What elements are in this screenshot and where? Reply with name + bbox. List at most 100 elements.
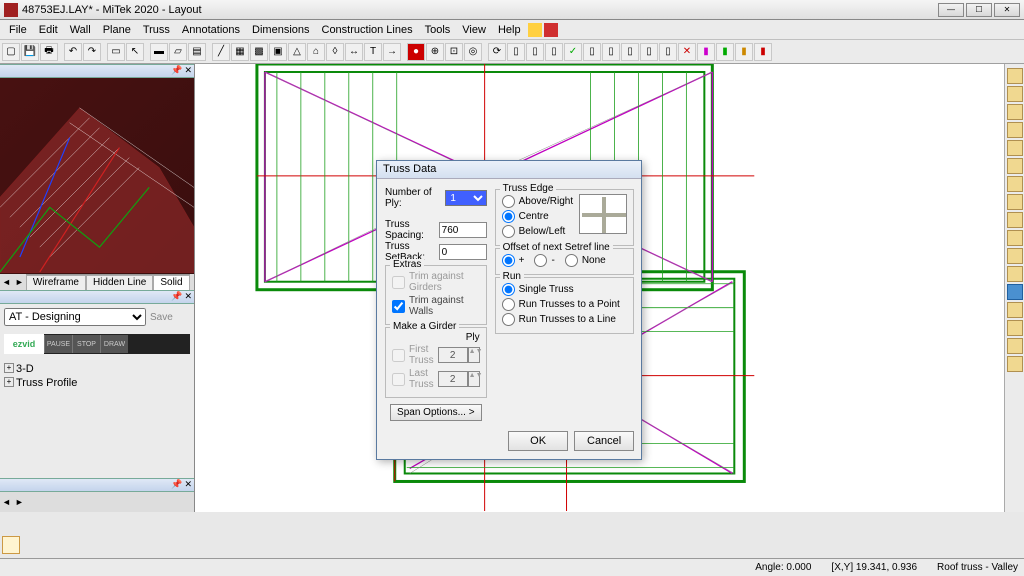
offset-minus-radio[interactable]	[534, 254, 547, 267]
tool-cursor[interactable]: ↖	[126, 43, 144, 61]
panel-close-icon[interactable]: ✕	[184, 291, 192, 303]
tab-wireframe[interactable]: Wireframe	[26, 275, 86, 290]
ok-button[interactable]: OK	[508, 431, 568, 451]
minimize-button[interactable]: —	[938, 3, 964, 17]
rtool-7[interactable]	[1007, 176, 1023, 192]
menu-wall[interactable]: Wall	[65, 22, 96, 38]
tool-frame[interactable]: ▦	[231, 43, 249, 61]
rtool-8[interactable]	[1007, 194, 1023, 210]
tool-arrow[interactable]: →	[383, 43, 401, 61]
rtool-11[interactable]	[1007, 248, 1023, 264]
tool-zoom[interactable]: ⊕	[426, 43, 444, 61]
tool-text[interactable]: T	[364, 43, 382, 61]
tool-print[interactable]: 🖶	[40, 43, 58, 61]
rtool-17[interactable]	[1007, 356, 1023, 372]
tool-d[interactable]: ▯	[583, 43, 601, 61]
panel-close-icon[interactable]: ✕	[184, 479, 192, 491]
tool-dim[interactable]: ↔	[345, 43, 363, 61]
tool-f[interactable]: ▯	[621, 43, 639, 61]
tool-line[interactable]: ╱	[212, 43, 230, 61]
rtool-3[interactable]	[1007, 104, 1023, 120]
bottom-scroll-right[interactable]: ►	[13, 497, 26, 507]
tree-item-truss-profile[interactable]: Truss Profile	[4, 376, 190, 390]
run-point-radio[interactable]	[502, 298, 515, 311]
maximize-button[interactable]: ☐	[966, 3, 992, 17]
menu-view[interactable]: View	[457, 22, 491, 38]
alert-icon[interactable]	[544, 23, 558, 37]
tool-wall[interactable]: ▬	[150, 43, 168, 61]
rtool-16[interactable]	[1007, 338, 1023, 354]
tool-red[interactable]: ●	[407, 43, 425, 61]
preview-scroll-right[interactable]: ►	[13, 277, 26, 287]
rtool-2[interactable]	[1007, 86, 1023, 102]
tool-box[interactable]: ▣	[269, 43, 287, 61]
offset-none-radio[interactable]	[565, 254, 578, 267]
truss-spacing-input[interactable]	[439, 222, 487, 238]
tool-b[interactable]: ▯	[526, 43, 544, 61]
tree-item-3d[interactable]: 3-D	[4, 362, 190, 376]
panel-tack-icon[interactable]: 📌	[171, 291, 182, 303]
tool-new[interactable]: ▢	[2, 43, 20, 61]
rtool-5[interactable]	[1007, 140, 1023, 156]
menu-help[interactable]: Help	[493, 22, 526, 38]
menu-annotations[interactable]: Annotations	[177, 22, 245, 38]
rtool-1[interactable]	[1007, 68, 1023, 84]
save-button[interactable]: Save	[150, 312, 190, 323]
trim-walls-checkbox[interactable]	[392, 300, 405, 313]
tool-m2[interactable]: ▮	[716, 43, 734, 61]
panel-close-icon[interactable]: ✕	[184, 65, 192, 77]
tab-hidden-line[interactable]: Hidden Line	[86, 275, 153, 290]
menu-truss[interactable]: Truss	[138, 22, 175, 38]
tab-solid[interactable]: Solid	[153, 275, 189, 290]
tool-ok[interactable]: ✓	[564, 43, 582, 61]
tool-home[interactable]: ⌂	[307, 43, 325, 61]
tool-h[interactable]: ▯	[659, 43, 677, 61]
rtool-15[interactable]	[1007, 320, 1023, 336]
edge-centre-radio[interactable]	[502, 210, 515, 223]
tool-redo[interactable]: ↷	[83, 43, 101, 61]
menu-edit[interactable]: Edit	[34, 22, 63, 38]
bottom-scroll-left[interactable]: ◄	[0, 497, 13, 507]
rtool-4[interactable]	[1007, 122, 1023, 138]
offset-plus-radio[interactable]	[502, 254, 515, 267]
tool-m4[interactable]: ▮	[754, 43, 772, 61]
cancel-button[interactable]: Cancel	[574, 431, 634, 451]
number-of-ply-select[interactable]: 1	[445, 190, 486, 206]
rtool-13[interactable]	[1007, 284, 1023, 300]
design-dropdown[interactable]: AT - Designing	[4, 308, 146, 326]
menu-plane[interactable]: Plane	[98, 22, 136, 38]
edge-below-radio[interactable]	[502, 225, 515, 238]
tool-g[interactable]: ▯	[640, 43, 658, 61]
tool-a[interactable]: ▯	[507, 43, 525, 61]
panel-tack-icon[interactable]: 📌	[171, 479, 182, 491]
recorder-pause[interactable]: PAUSE	[44, 335, 72, 353]
tool-shape[interactable]: ◊	[326, 43, 344, 61]
menu-construction-lines[interactable]: Construction Lines	[317, 22, 418, 38]
tool-target[interactable]: ◎	[464, 43, 482, 61]
tool-e[interactable]: ▯	[602, 43, 620, 61]
truss-setback-input[interactable]	[439, 244, 487, 260]
span-options-button[interactable]: Span Options... >	[390, 404, 482, 421]
tool-layer[interactable]: ▤	[188, 43, 206, 61]
tree-view[interactable]: 3-D Truss Profile	[4, 362, 190, 390]
rtool-6[interactable]	[1007, 158, 1023, 174]
run-line-radio[interactable]	[502, 313, 515, 326]
close-button[interactable]: ✕	[994, 3, 1020, 17]
rtool-12[interactable]	[1007, 266, 1023, 282]
recorder-draw[interactable]: DRAW	[100, 335, 128, 353]
menu-dimensions[interactable]: Dimensions	[247, 22, 314, 38]
tool-select[interactable]: ▭	[107, 43, 125, 61]
preview-scroll-left[interactable]: ◄	[0, 277, 13, 287]
warning-icon[interactable]	[528, 23, 542, 37]
tool-refresh[interactable]: ⟳	[488, 43, 506, 61]
tool-grid[interactable]: ▩	[250, 43, 268, 61]
tool-undo[interactable]: ↶	[64, 43, 82, 61]
edge-above-radio[interactable]	[502, 195, 515, 208]
menu-tools[interactable]: Tools	[420, 22, 456, 38]
menu-file[interactable]: File	[4, 22, 32, 38]
tool-del[interactable]: ✕	[678, 43, 696, 61]
rtool-10[interactable]	[1007, 230, 1023, 246]
preview-3d[interactable]	[0, 78, 194, 274]
rtool-14[interactable]	[1007, 302, 1023, 318]
tool-c[interactable]: ▯	[545, 43, 563, 61]
